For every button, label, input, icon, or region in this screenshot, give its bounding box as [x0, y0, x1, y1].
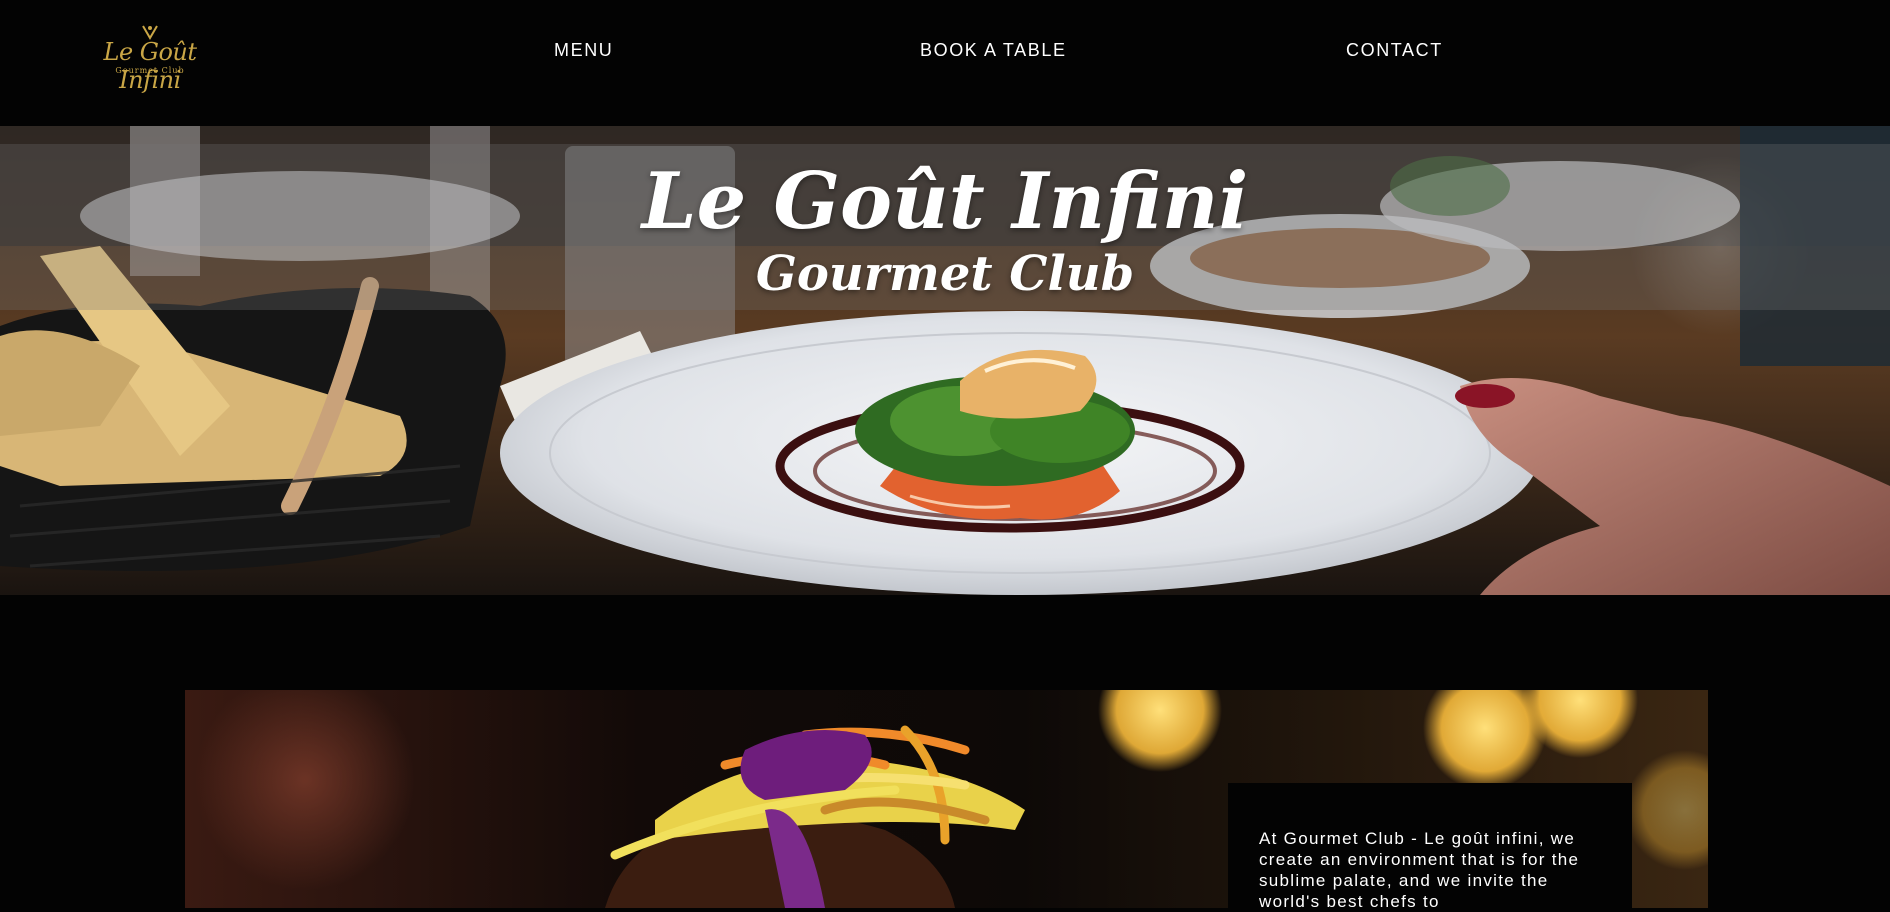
site-header: Le Goût Infini Gourmet Club MENU BOOK A …: [0, 0, 1890, 126]
logo[interactable]: Le Goût Infini Gourmet Club: [80, 22, 220, 94]
logo-subtitle: Gourmet Club: [115, 66, 185, 75]
hero-banner: Le Goût Infini Gourmet Club: [0, 126, 1890, 595]
about-text: At Gourmet Club - Le goût infini, we cre…: [1259, 829, 1580, 911]
hero-title: Le Goût Infini: [641, 156, 1249, 247]
hero-subtitle: Gourmet Club: [755, 246, 1135, 302]
nav-contact-link[interactable]: CONTACT: [1346, 38, 1443, 62]
nav-menu-link[interactable]: MENU: [554, 38, 613, 62]
nav-book-a-table-link[interactable]: BOOK A TABLE: [920, 38, 1067, 62]
about-card: At Gourmet Club - Le goût infini, we cre…: [1228, 783, 1632, 911]
